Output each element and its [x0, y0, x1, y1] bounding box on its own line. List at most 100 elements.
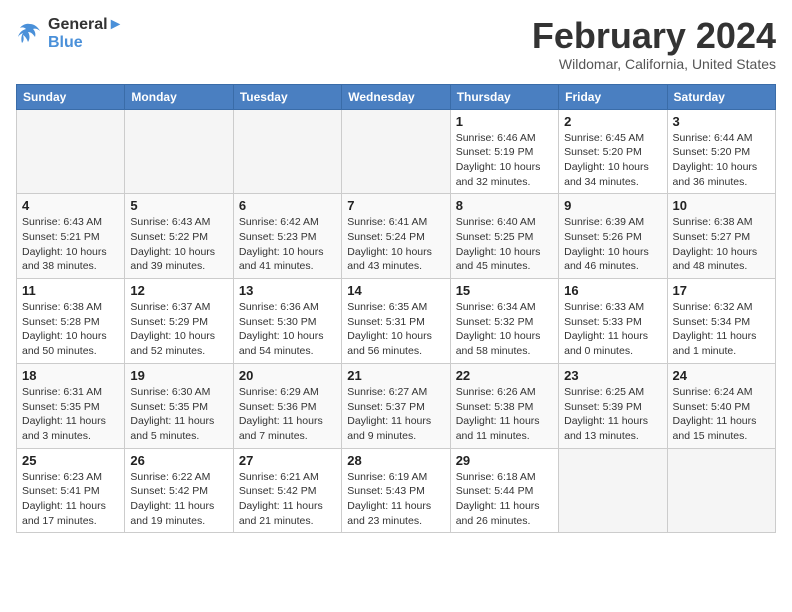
day-number: 21: [347, 368, 444, 383]
day-info: Sunrise: 6:27 AM Sunset: 5:37 PM Dayligh…: [347, 385, 444, 444]
calendar-day-cell: 11 Sunrise: 6:38 AM Sunset: 5:28 PM Dayli…: [17, 279, 125, 364]
day-number: 1: [456, 114, 553, 129]
calendar-body: 1 Sunrise: 6:46 AM Sunset: 5:19 PM Daylig…: [17, 109, 776, 533]
day-number: 13: [239, 283, 336, 298]
calendar-day-cell: 9 Sunrise: 6:39 AM Sunset: 5:26 PM Daylig…: [559, 194, 667, 279]
day-number: 28: [347, 453, 444, 468]
calendar-day-cell: 13 Sunrise: 6:36 AM Sunset: 5:30 PM Dayli…: [233, 279, 341, 364]
day-number: 29: [456, 453, 553, 468]
calendar-day-cell: 23 Sunrise: 6:25 AM Sunset: 5:39 PM Dayli…: [559, 363, 667, 448]
day-info: Sunrise: 6:22 AM Sunset: 5:42 PM Dayligh…: [130, 470, 227, 529]
day-number: 7: [347, 198, 444, 213]
month-title: February 2024: [532, 16, 776, 56]
calendar-day-cell: 3Sunrise: 6:44 AM Sunset: 5:20 PM Daylig…: [667, 109, 775, 194]
weekday-header-cell: Wednesday: [342, 84, 450, 109]
day-info: Sunrise: 6:33 AM Sunset: 5:33 PM Dayligh…: [564, 300, 661, 359]
day-info: Sunrise: 6:46 AM Sunset: 5:19 PM Dayligh…: [456, 131, 553, 190]
location: Wildomar, California, United States: [532, 56, 776, 72]
logo: General► Blue: [16, 16, 123, 52]
day-info: Sunrise: 6:25 AM Sunset: 5:39 PM Dayligh…: [564, 385, 661, 444]
day-number: 5: [130, 198, 227, 213]
calendar-week-row: 1 Sunrise: 6:46 AM Sunset: 5:19 PM Daylig…: [17, 109, 776, 194]
calendar-day-cell: 21 Sunrise: 6:27 AM Sunset: 5:37 PM Dayli…: [342, 363, 450, 448]
day-number: 2: [564, 114, 661, 129]
calendar-day-cell: 24 Sunrise: 6:24 AM Sunset: 5:40 PM Dayli…: [667, 363, 775, 448]
day-number: 27: [239, 453, 336, 468]
day-number: 18: [22, 368, 119, 383]
calendar-day-cell: [667, 448, 775, 533]
calendar-day-cell: 5 Sunrise: 6:43 AM Sunset: 5:22 PM Daylig…: [125, 194, 233, 279]
day-info: Sunrise: 6:23 AM Sunset: 5:41 PM Dayligh…: [22, 470, 119, 529]
logo-text: General► Blue: [48, 16, 123, 52]
weekday-header-cell: Tuesday: [233, 84, 341, 109]
day-info: Sunrise: 6:34 AM Sunset: 5:32 PM Dayligh…: [456, 300, 553, 359]
day-number: 22: [456, 368, 553, 383]
day-info: Sunrise: 6:26 AM Sunset: 5:38 PM Dayligh…: [456, 385, 553, 444]
day-number: 4: [22, 198, 119, 213]
calendar-day-cell: 16 Sunrise: 6:33 AM Sunset: 5:33 PM Dayli…: [559, 279, 667, 364]
calendar-day-cell: 28 Sunrise: 6:19 AM Sunset: 5:43 PM Dayli…: [342, 448, 450, 533]
day-info: Sunrise: 6:18 AM Sunset: 5:44 PM Dayligh…: [456, 470, 553, 529]
day-number: 19: [130, 368, 227, 383]
day-info: Sunrise: 6:21 AM Sunset: 5:42 PM Dayligh…: [239, 470, 336, 529]
page-header: General► Blue February 2024 Wildomar, Ca…: [16, 16, 776, 72]
calendar-day-cell: 17 Sunrise: 6:32 AM Sunset: 5:34 PM Dayli…: [667, 279, 775, 364]
weekday-header-cell: Sunday: [17, 84, 125, 109]
calendar-day-cell: 12 Sunrise: 6:37 AM Sunset: 5:29 PM Dayli…: [125, 279, 233, 364]
calendar-day-cell: 4 Sunrise: 6:43 AM Sunset: 5:21 PM Daylig…: [17, 194, 125, 279]
day-info: Sunrise: 6:29 AM Sunset: 5:36 PM Dayligh…: [239, 385, 336, 444]
day-info: Sunrise: 6:37 AM Sunset: 5:29 PM Dayligh…: [130, 300, 227, 359]
day-info: Sunrise: 6:39 AM Sunset: 5:26 PM Dayligh…: [564, 215, 661, 274]
day-number: 16: [564, 283, 661, 298]
day-number: 9: [564, 198, 661, 213]
day-info: Sunrise: 6:41 AM Sunset: 5:24 PM Dayligh…: [347, 215, 444, 274]
calendar-table: SundayMondayTuesdayWednesdayThursdayFrid…: [16, 84, 776, 534]
title-block: February 2024 Wildomar, California, Unit…: [532, 16, 776, 72]
day-number: 17: [673, 283, 770, 298]
day-number: 14: [347, 283, 444, 298]
day-info: Sunrise: 6:43 AM Sunset: 5:21 PM Dayligh…: [22, 215, 119, 274]
day-info: Sunrise: 6:42 AM Sunset: 5:23 PM Dayligh…: [239, 215, 336, 274]
day-info: Sunrise: 6:36 AM Sunset: 5:30 PM Dayligh…: [239, 300, 336, 359]
weekday-header-cell: Monday: [125, 84, 233, 109]
day-number: 23: [564, 368, 661, 383]
calendar-day-cell: 15 Sunrise: 6:34 AM Sunset: 5:32 PM Dayli…: [450, 279, 558, 364]
day-number: 12: [130, 283, 227, 298]
day-info: Sunrise: 6:32 AM Sunset: 5:34 PM Dayligh…: [673, 300, 770, 359]
calendar-day-cell: 22 Sunrise: 6:26 AM Sunset: 5:38 PM Dayli…: [450, 363, 558, 448]
day-info: Sunrise: 6:38 AM Sunset: 5:27 PM Dayligh…: [673, 215, 770, 274]
calendar-day-cell: 20Sunrise: 6:29 AM Sunset: 5:36 PM Dayli…: [233, 363, 341, 448]
calendar-day-cell: 10 Sunrise: 6:38 AM Sunset: 5:27 PM Dayli…: [667, 194, 775, 279]
day-number: 24: [673, 368, 770, 383]
day-info: Sunrise: 6:19 AM Sunset: 5:43 PM Dayligh…: [347, 470, 444, 529]
day-info: Sunrise: 6:40 AM Sunset: 5:25 PM Dayligh…: [456, 215, 553, 274]
calendar-day-cell: 1 Sunrise: 6:46 AM Sunset: 5:19 PM Daylig…: [450, 109, 558, 194]
day-number: 10: [673, 198, 770, 213]
day-number: 11: [22, 283, 119, 298]
weekday-header-cell: Thursday: [450, 84, 558, 109]
day-number: 25: [22, 453, 119, 468]
calendar-day-cell: [17, 109, 125, 194]
day-info: Sunrise: 6:38 AM Sunset: 5:28 PM Dayligh…: [22, 300, 119, 359]
calendar-day-cell: 6Sunrise: 6:42 AM Sunset: 5:23 PM Daylig…: [233, 194, 341, 279]
logo-icon: [16, 20, 44, 48]
calendar-day-cell: 25 Sunrise: 6:23 AM Sunset: 5:41 PM Dayli…: [17, 448, 125, 533]
calendar-day-cell: 19Sunrise: 6:30 AM Sunset: 5:35 PM Dayli…: [125, 363, 233, 448]
day-number: 15: [456, 283, 553, 298]
calendar-day-cell: [559, 448, 667, 533]
weekday-header-cell: Friday: [559, 84, 667, 109]
day-number: 26: [130, 453, 227, 468]
weekday-header-cell: Saturday: [667, 84, 775, 109]
calendar-day-cell: 2Sunrise: 6:45 AM Sunset: 5:20 PM Daylig…: [559, 109, 667, 194]
day-info: Sunrise: 6:35 AM Sunset: 5:31 PM Dayligh…: [347, 300, 444, 359]
calendar-week-row: 4 Sunrise: 6:43 AM Sunset: 5:21 PM Daylig…: [17, 194, 776, 279]
calendar-week-row: 11 Sunrise: 6:38 AM Sunset: 5:28 PM Dayli…: [17, 279, 776, 364]
calendar-day-cell: 8 Sunrise: 6:40 AM Sunset: 5:25 PM Daylig…: [450, 194, 558, 279]
day-info: Sunrise: 6:43 AM Sunset: 5:22 PM Dayligh…: [130, 215, 227, 274]
day-number: 8: [456, 198, 553, 213]
calendar-day-cell: [233, 109, 341, 194]
calendar-day-cell: 29 Sunrise: 6:18 AM Sunset: 5:44 PM Dayli…: [450, 448, 558, 533]
day-number: 3: [673, 114, 770, 129]
day-info: Sunrise: 6:24 AM Sunset: 5:40 PM Dayligh…: [673, 385, 770, 444]
calendar-day-cell: 26 Sunrise: 6:22 AM Sunset: 5:42 PM Dayli…: [125, 448, 233, 533]
